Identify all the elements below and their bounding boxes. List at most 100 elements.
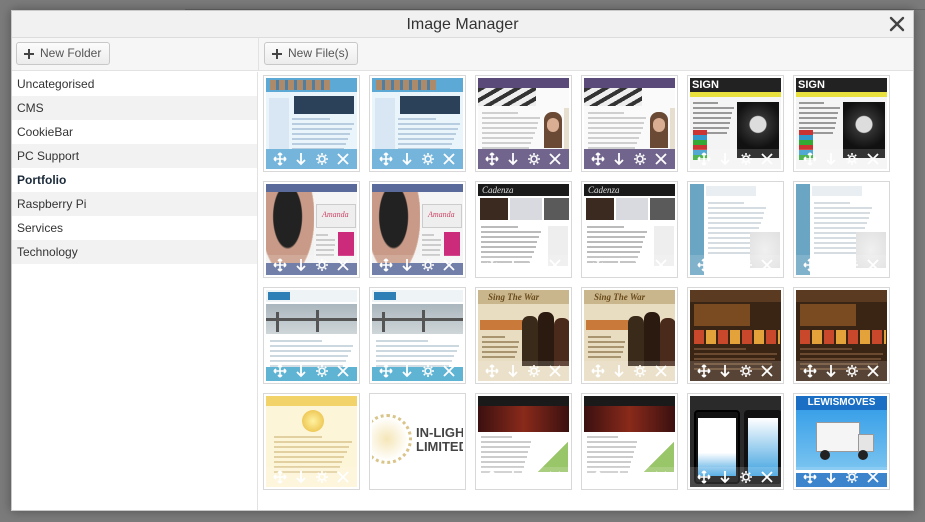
delete-icon[interactable] (336, 470, 350, 484)
delete-icon[interactable] (336, 258, 350, 272)
download-icon[interactable] (718, 470, 732, 484)
settings-icon[interactable] (315, 470, 329, 484)
settings-icon[interactable] (421, 258, 435, 272)
settings-icon[interactable] (739, 470, 753, 484)
delete-icon[interactable] (866, 470, 880, 484)
download-icon[interactable] (718, 258, 732, 272)
move-icon[interactable] (379, 152, 393, 166)
image-thumbnail[interactable] (687, 393, 784, 490)
delete-icon[interactable] (654, 364, 668, 378)
download-icon[interactable] (824, 470, 838, 484)
image-thumbnail[interactable]: Cadenza (475, 181, 572, 278)
move-icon[interactable] (803, 470, 817, 484)
settings-icon[interactable] (845, 364, 859, 378)
image-thumbnail[interactable]: SIGN (687, 75, 784, 172)
image-thumbnail[interactable]: IN-LIGH LIMITED (369, 393, 466, 490)
folder-item[interactable]: Technology (12, 240, 257, 264)
delete-icon[interactable] (336, 152, 350, 166)
image-thumbnail[interactable] (263, 393, 360, 490)
download-icon[interactable] (400, 152, 414, 166)
folder-item[interactable]: Raspberry Pi (12, 192, 257, 216)
close-button[interactable] (887, 14, 907, 34)
delete-icon[interactable] (654, 258, 668, 272)
delete-icon[interactable] (760, 152, 774, 166)
move-icon[interactable] (379, 258, 393, 272)
image-thumbnail[interactable]: SIGN (793, 75, 890, 172)
move-icon[interactable] (379, 470, 393, 484)
settings-icon[interactable] (633, 152, 647, 166)
image-thumbnail[interactable]: Sing The War (475, 287, 572, 384)
settings-icon[interactable] (739, 364, 753, 378)
image-thumbnail[interactable] (263, 287, 360, 384)
image-thumbnail[interactable] (369, 75, 466, 172)
settings-icon[interactable] (527, 152, 541, 166)
move-icon[interactable] (273, 470, 287, 484)
settings-icon[interactable] (315, 152, 329, 166)
download-icon[interactable] (294, 152, 308, 166)
download-icon[interactable] (400, 258, 414, 272)
image-thumbnail[interactable]: Cadenza (581, 181, 678, 278)
settings-icon[interactable] (633, 470, 647, 484)
image-thumbnail[interactable] (369, 287, 466, 384)
settings-icon[interactable] (739, 152, 753, 166)
download-icon[interactable] (612, 364, 626, 378)
settings-icon[interactable] (527, 470, 541, 484)
move-icon[interactable] (591, 364, 605, 378)
delete-icon[interactable] (548, 152, 562, 166)
folder-item[interactable]: CookieBar (12, 120, 257, 144)
image-thumbnail[interactable]: Amanda (369, 181, 466, 278)
settings-icon[interactable] (421, 152, 435, 166)
download-icon[interactable] (824, 152, 838, 166)
download-icon[interactable] (506, 258, 520, 272)
download-icon[interactable] (824, 364, 838, 378)
image-thumbnail[interactable] (581, 75, 678, 172)
image-thumbnail[interactable] (263, 75, 360, 172)
move-icon[interactable] (697, 152, 711, 166)
move-icon[interactable] (697, 364, 711, 378)
download-icon[interactable] (612, 258, 626, 272)
delete-icon[interactable] (442, 258, 456, 272)
image-thumbnail[interactable] (581, 393, 678, 490)
settings-icon[interactable] (633, 364, 647, 378)
download-icon[interactable] (294, 364, 308, 378)
image-thumbnail[interactable] (475, 393, 572, 490)
delete-icon[interactable] (866, 258, 880, 272)
delete-icon[interactable] (760, 258, 774, 272)
download-icon[interactable] (400, 364, 414, 378)
move-icon[interactable] (803, 258, 817, 272)
delete-icon[interactable] (548, 364, 562, 378)
folder-item[interactable]: PC Support (12, 144, 257, 168)
move-icon[interactable] (591, 470, 605, 484)
download-icon[interactable] (294, 258, 308, 272)
image-thumbnail[interactable] (793, 287, 890, 384)
delete-icon[interactable] (654, 152, 668, 166)
delete-icon[interactable] (760, 470, 774, 484)
folder-item[interactable]: Uncategorised (12, 72, 257, 96)
settings-icon[interactable] (845, 152, 859, 166)
move-icon[interactable] (697, 258, 711, 272)
move-icon[interactable] (697, 470, 711, 484)
delete-icon[interactable] (866, 364, 880, 378)
image-thumbnail[interactable] (687, 287, 784, 384)
settings-icon[interactable] (315, 364, 329, 378)
folder-item[interactable]: Portfolio (12, 168, 257, 192)
download-icon[interactable] (506, 364, 520, 378)
move-icon[interactable] (803, 152, 817, 166)
folder-item[interactable]: Services (12, 216, 257, 240)
download-icon[interactable] (612, 470, 626, 484)
settings-icon[interactable] (633, 258, 647, 272)
move-icon[interactable] (273, 152, 287, 166)
move-icon[interactable] (803, 364, 817, 378)
move-icon[interactable] (379, 364, 393, 378)
move-icon[interactable] (273, 258, 287, 272)
image-thumbnail[interactable] (687, 181, 784, 278)
delete-icon[interactable] (548, 258, 562, 272)
new-folder-button[interactable]: New Folder (16, 42, 111, 65)
settings-icon[interactable] (315, 258, 329, 272)
settings-icon[interactable] (527, 364, 541, 378)
move-icon[interactable] (485, 258, 499, 272)
download-icon[interactable] (718, 152, 732, 166)
download-icon[interactable] (506, 470, 520, 484)
delete-icon[interactable] (548, 470, 562, 484)
settings-icon[interactable] (421, 470, 435, 484)
